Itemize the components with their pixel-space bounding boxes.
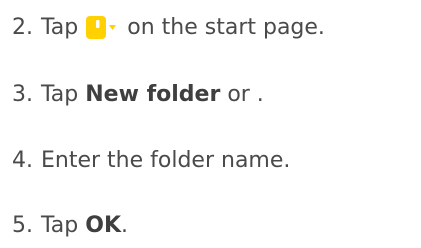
step-item: 4. Enter the folder name. (12, 143, 290, 179)
step-text-after: . (121, 213, 128, 238)
step-item: 2. Tap on the start page. (12, 10, 325, 46)
new-folder-label: New folder (85, 82, 221, 107)
step-item: 3. Tap New folder or . (12, 77, 264, 113)
ok-label: OK (85, 213, 121, 238)
folder-dropdown-icon (85, 15, 119, 41)
step-number: 2. (12, 15, 33, 40)
step-number: 5. (12, 213, 33, 238)
step-number: 4. (12, 148, 33, 173)
step-text-before: Tap (41, 82, 79, 107)
step-text-after: or . (227, 82, 264, 107)
step-text-before: Tap (41, 15, 79, 40)
step-text: Enter the folder name. (41, 148, 291, 173)
step-text-after: on the start page. (127, 15, 325, 40)
step-item: 5. Tap OK. (12, 208, 128, 244)
step-number: 3. (12, 82, 33, 107)
step-text-before: Tap (41, 213, 79, 238)
